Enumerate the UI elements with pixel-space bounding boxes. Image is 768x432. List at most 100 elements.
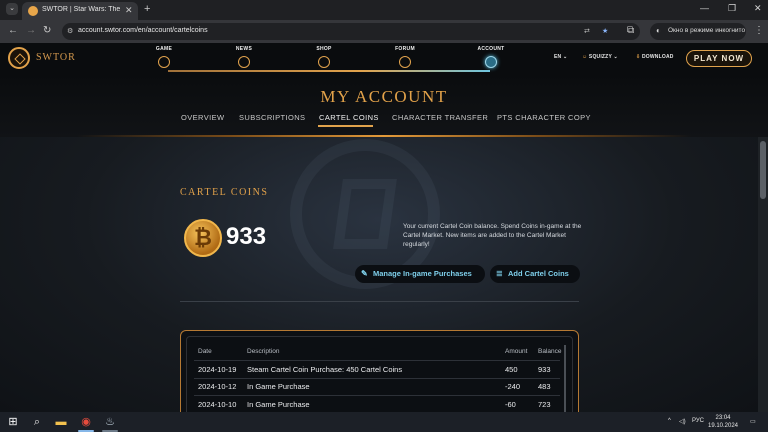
notifications-icon[interactable]: ▭ [750, 418, 756, 425]
nav-label: FORUM [395, 46, 415, 52]
column-header-date: Date [198, 348, 212, 355]
pencil-icon: ✎ [361, 269, 368, 278]
nav-label: ACCOUNT [477, 46, 505, 52]
cell-balance: 483 [538, 382, 551, 391]
cell-amount: -240 [505, 382, 521, 391]
page-scrollbar-thumb[interactable] [760, 141, 766, 199]
account-banner: MY ACCOUNT OVERVIEW SUBSCRIPTIONS CARTEL… [0, 73, 768, 138]
site-header: SWTOR GAME NEWS SHOP FORUM ACCOUNT EN ⌄ … [0, 43, 768, 73]
address-url: account.swtor.com/en/account/cartelcoins [78, 27, 208, 34]
close-window-icon[interactable]: ✕ [754, 3, 762, 14]
row-divider [194, 378, 560, 379]
browser-menu-icon[interactable]: ⋮ [754, 25, 764, 36]
file-explorer-icon[interactable]: ▬ [54, 415, 68, 429]
nav-forum[interactable]: FORUM [375, 46, 435, 68]
cell-balance: 933 [538, 365, 551, 374]
coin-stack-icon: ≣ [496, 269, 503, 278]
windows-taskbar: ⊞ ⌕ ▬ ◉ ♨ ^ ◁) РУС 23:04 19.10.2024 ▭ [0, 412, 768, 432]
manage-purchases-label: Manage In-game Purchases [373, 269, 472, 278]
cell-amount: -60 [505, 400, 516, 409]
section-divider [180, 301, 579, 302]
incognito-indicator[interactable]: ◐ Окно в режиме инкогнито [650, 23, 746, 40]
tab-character-transfer[interactable]: CHARACTER TRANSFER [392, 113, 488, 122]
cartel-coin-icon [184, 219, 222, 257]
nav-dot-icon [318, 56, 330, 68]
language-selector[interactable]: EN ⌄ [554, 54, 567, 60]
tab-search-button[interactable]: ⌄ [6, 3, 18, 15]
column-header-amount: Amount [505, 348, 528, 355]
cell-date: 2024-10-10 [198, 400, 237, 409]
minimize-icon[interactable]: — [700, 3, 709, 13]
cell-description: In Game Purchase [247, 400, 310, 409]
coin-balance: 933 [226, 223, 267, 250]
language-label: EN [554, 54, 562, 60]
nav-account[interactable]: ACCOUNT [461, 46, 521, 68]
nav-news[interactable]: NEWS [214, 46, 274, 68]
cell-date: 2024-10-12 [198, 382, 237, 391]
nav-progress-line [168, 70, 490, 72]
cell-amount: 450 [505, 365, 518, 374]
reload-icon[interactable]: ↻ [43, 25, 51, 36]
row-divider [194, 395, 560, 396]
back-icon[interactable]: ← [8, 25, 18, 36]
main-content: CARTEL COINS 933 Your current Cartel Coi… [0, 137, 758, 412]
table-scrollbar[interactable] [564, 345, 566, 412]
clock-time: 23:04 [715, 415, 731, 421]
swtor-favicon-icon [28, 6, 38, 16]
steam-icon[interactable]: ♨ [103, 415, 117, 429]
user-icon: ☺ [582, 54, 588, 60]
balance-description: Your current Cartel Coin balance. Spend … [403, 223, 582, 248]
browser-tab-bar: ⌄ SWTOR | Star Wars: The Old Re ✕ + — ❐ … [0, 0, 768, 20]
search-icon[interactable]: ⌕ [30, 415, 44, 429]
new-tab-button[interactable]: + [144, 3, 150, 15]
tray-chevron-icon[interactable]: ^ [668, 418, 671, 424]
section-title: CARTEL COINS [180, 187, 269, 198]
active-tab-underline [318, 125, 373, 127]
browser-tab[interactable]: SWTOR | Star Wars: The Old Re ✕ [22, 2, 138, 20]
manage-purchases-button[interactable]: ✎ Manage In-game Purchases [355, 265, 485, 283]
browser-toolbar: ← → ↻ ⚙ account.swtor.com/en/account/car… [0, 20, 768, 43]
site-info-icon[interactable]: ⚙ [67, 27, 73, 35]
system-clock[interactable]: 23:04 19.10.2024 [700, 414, 746, 430]
download-link[interactable]: ⇩ DOWNLOAD [636, 54, 674, 60]
cell-description: In Game Purchase [247, 382, 310, 391]
nav-game[interactable]: GAME [134, 46, 194, 68]
nav-label: SHOP [316, 46, 332, 52]
translate-icon[interactable]: ⇄ [584, 27, 590, 35]
address-bar[interactable]: ⚙ account.swtor.com/en/account/cartelcoi… [62, 23, 640, 40]
tab-overview[interactable]: OVERVIEW [181, 113, 225, 122]
user-menu[interactable]: ☺ SQUIZZY ⌄ [582, 54, 618, 60]
tab-subscriptions[interactable]: SUBSCRIPTIONS [239, 113, 305, 122]
cell-balance: 723 [538, 400, 551, 409]
incognito-icon: ◐ [656, 26, 661, 35]
add-cartel-coins-label: Add Cartel Coins [508, 269, 569, 278]
download-icon: ⇩ [636, 54, 641, 60]
bookmark-star-icon[interactable]: ★ [602, 27, 608, 35]
forward-icon[interactable]: → [26, 25, 36, 36]
page-title: MY ACCOUNT [320, 87, 448, 106]
extensions-icon[interactable]: ⧉ [627, 25, 634, 36]
nav-dot-active-icon [485, 56, 497, 68]
chrome-icon[interactable]: ◉ [79, 415, 93, 429]
row-divider [194, 360, 560, 361]
play-now-button[interactable]: PLAY NOW [686, 50, 752, 67]
tab-close-icon[interactable]: ✕ [125, 5, 133, 16]
download-label: DOWNLOAD [641, 54, 674, 60]
nav-label: NEWS [235, 46, 253, 52]
tab-title: SWTOR | Star Wars: The Old Re [42, 6, 120, 13]
column-header-balance: Balance [538, 348, 562, 355]
maximize-icon[interactable]: ❐ [728, 3, 736, 14]
cell-date: 2024-10-19 [198, 365, 237, 374]
nav-shop[interactable]: SHOP [294, 46, 354, 68]
site-logo-text[interactable]: SWTOR [36, 52, 76, 63]
add-cartel-coins-button[interactable]: ≣ Add Cartel Coins [490, 265, 580, 283]
clock-date: 19.10.2024 [707, 423, 739, 429]
nav-dot-icon [399, 56, 411, 68]
swtor-logo-icon[interactable] [8, 47, 30, 69]
windows-start-icon[interactable]: ⊞ [6, 415, 20, 429]
tab-cartel-coins[interactable]: CARTEL COINS [319, 113, 379, 122]
speaker-icon[interactable]: ◁) [679, 418, 686, 425]
nav-dot-icon [238, 56, 250, 68]
column-header-description: Description [247, 348, 280, 355]
tab-pts-character-copy[interactable]: PTS CHARACTER COPY [497, 113, 591, 122]
